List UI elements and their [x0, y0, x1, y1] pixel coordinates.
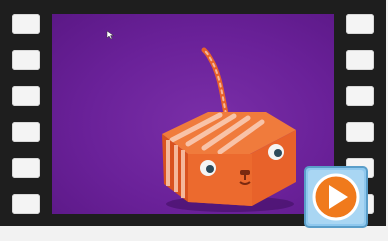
- sprocket-hole: [346, 50, 374, 70]
- sprocket-hole: [346, 86, 374, 106]
- sprocket-hole: [346, 14, 374, 34]
- sprocket-hole: [12, 86, 40, 106]
- sprocket-hole: [12, 158, 40, 178]
- filmstrip-left: [0, 0, 52, 226]
- sprocket-hole: [346, 122, 374, 142]
- cursor-icon: [106, 30, 115, 40]
- cube-cat-character: [162, 47, 296, 212]
- video-thumbnail[interactable]: [0, 0, 388, 241]
- film-frame: [52, 0, 334, 226]
- thumbnail-bottom-edge: [0, 226, 388, 241]
- sprocket-hole: [12, 14, 40, 34]
- video-frame-image: [52, 14, 334, 214]
- play-icon: [312, 173, 360, 221]
- play-button[interactable]: [304, 166, 368, 228]
- sprocket-hole: [12, 194, 40, 214]
- sprocket-hole: [12, 122, 40, 142]
- sprocket-hole: [12, 50, 40, 70]
